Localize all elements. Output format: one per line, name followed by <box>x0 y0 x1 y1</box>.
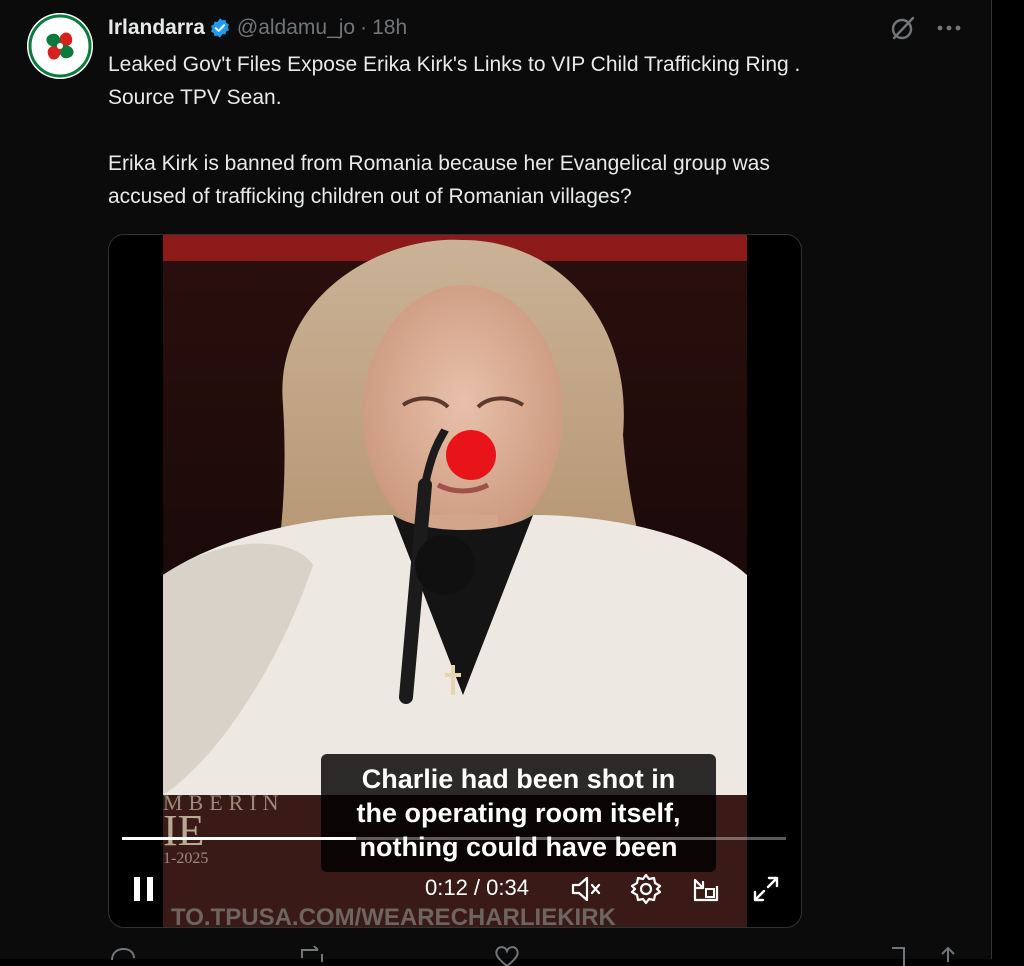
video-progress-bar[interactable] <box>122 837 786 840</box>
video-progress-fill <box>122 837 357 840</box>
share-icon[interactable] <box>938 946 958 966</box>
tweet-action-bar <box>108 946 968 966</box>
backdrop-url-text: TO.TPUSA.COM/WEARECHARLIEKIRK <box>171 904 617 928</box>
like-icon[interactable] <box>493 946 521 966</box>
lauburu-avatar-icon <box>27 13 93 79</box>
video-frame[interactable]: MBERIN IE 1-2025 TO.TPUSA.COM/WEARECHARL… <box>163 235 747 928</box>
tweet-text: Leaked Gov't Files Expose Erika Kirk's L… <box>108 53 801 208</box>
caption-line-3: nothing could have been <box>359 832 678 862</box>
red-marker-dot <box>446 430 496 480</box>
separator-dot: · <box>360 16 368 39</box>
caption-line-1: Charlie had been shot in <box>361 764 676 794</box>
grok-icon[interactable] <box>889 14 917 42</box>
right-pane <box>992 0 1024 959</box>
author-avatar[interactable] <box>27 13 93 79</box>
bookmark-icon[interactable] <box>888 946 908 966</box>
video-player[interactable]: MBERIN IE 1-2025 TO.TPUSA.COM/WEARECHARL… <box>108 234 802 928</box>
caption-line-2: the operating room itself, <box>356 798 681 828</box>
video-caption: Charlie had been shot in the operating r… <box>321 754 716 872</box>
repost-icon[interactable] <box>298 946 326 966</box>
reply-icon[interactable] <box>108 946 136 966</box>
video-time-display: 0:12 / 0:34 <box>425 875 529 900</box>
banner-text-3: 1-2025 <box>163 850 208 867</box>
author-name[interactable]: Irlandarra <box>108 16 205 40</box>
fullscreen-icon[interactable] <box>749 872 783 906</box>
banner-text-2: IE <box>163 806 205 855</box>
settings-icon[interactable] <box>629 872 663 906</box>
more-icon[interactable] <box>934 16 964 40</box>
mute-icon[interactable] <box>569 872 603 906</box>
tweet-timestamp[interactable]: 18h <box>372 16 407 40</box>
timeline-column: Irlandarra @aldamu_jo · 18h Leaked Gov't… <box>0 0 992 966</box>
pip-icon[interactable] <box>689 872 723 906</box>
verified-badge-icon <box>210 18 229 38</box>
pause-icon[interactable] <box>127 872 161 906</box>
author-handle[interactable]: @aldamu_jo <box>237 16 355 40</box>
tweet-header: Irlandarra @aldamu_jo · 18h <box>108 14 407 42</box>
